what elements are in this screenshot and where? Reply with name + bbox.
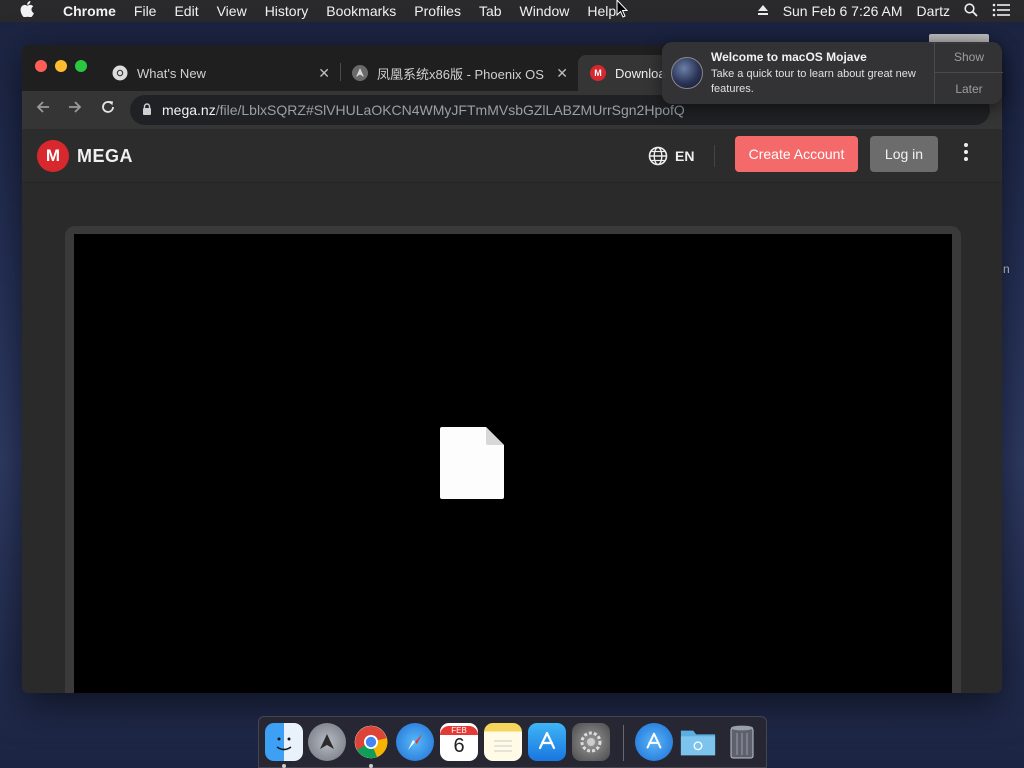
mouse-pointer-icon bbox=[616, 0, 629, 23]
tab-phoenix-os[interactable]: 凤凰系统x86版 - Phoenix OS ✕ bbox=[340, 55, 576, 91]
trash-icon[interactable] bbox=[723, 723, 761, 761]
mega-header: M MEGA EN Create Account Log in bbox=[22, 129, 1002, 183]
notes-icon[interactable] bbox=[484, 723, 522, 761]
tab-title: Downloa bbox=[615, 65, 666, 81]
header-divider bbox=[714, 145, 715, 167]
menu-tab[interactable]: Tab bbox=[470, 3, 511, 19]
url-host: mega.nz bbox=[162, 102, 216, 118]
close-window-button[interactable] bbox=[35, 60, 47, 72]
menu-bar: Chrome File Edit View History Bookmarks … bbox=[0, 0, 1024, 22]
macos-mojave-icon bbox=[671, 57, 703, 89]
language-selector[interactable]: EN bbox=[648, 146, 694, 166]
safari-icon[interactable] bbox=[396, 723, 434, 761]
globe-icon bbox=[648, 146, 668, 166]
chrome-window: What's New ✕ 凤凰系统x86版 - Phoenix OS ✕ M D… bbox=[22, 45, 1002, 693]
eject-icon[interactable] bbox=[757, 3, 769, 19]
launchpad-icon[interactable] bbox=[308, 723, 346, 761]
forward-icon[interactable] bbox=[67, 99, 83, 120]
menu-app-name[interactable]: Chrome bbox=[54, 3, 125, 19]
dock: FEB 6 bbox=[258, 716, 767, 768]
menu-history[interactable]: History bbox=[256, 3, 318, 19]
fullscreen-window-button[interactable] bbox=[75, 60, 87, 72]
dock-divider bbox=[623, 725, 624, 761]
clock[interactable]: Sun Feb 6 7:26 AM bbox=[783, 3, 903, 19]
running-indicator bbox=[369, 764, 373, 768]
url-path: /file/LblxSQRZ#SlVHULaOKCN4WMyJFTmMVsbGZ… bbox=[215, 102, 685, 118]
phoenix-os-icon bbox=[352, 65, 368, 81]
lock-icon[interactable] bbox=[142, 102, 152, 118]
chrome-dock-icon[interactable] bbox=[352, 723, 390, 761]
menu-profiles[interactable]: Profiles bbox=[405, 3, 470, 19]
notification-title: Welcome to macOS Mojave bbox=[711, 50, 867, 64]
system-preferences-icon[interactable] bbox=[572, 723, 610, 761]
minimize-window-button[interactable] bbox=[55, 60, 67, 72]
mega-logo-mark: M bbox=[37, 140, 69, 172]
control-list-icon[interactable] bbox=[992, 3, 1010, 20]
menu-view[interactable]: View bbox=[208, 3, 256, 19]
menu-bookmarks[interactable]: Bookmarks bbox=[317, 3, 405, 19]
mega-logo[interactable]: M MEGA bbox=[37, 140, 133, 172]
menu-edit[interactable]: Edit bbox=[165, 3, 207, 19]
more-options-icon[interactable] bbox=[962, 142, 970, 162]
app-store-downloads-icon[interactable] bbox=[635, 723, 673, 761]
file-preview-area bbox=[74, 234, 952, 693]
apple-icon[interactable] bbox=[20, 1, 40, 21]
desktop-text-fragment: n bbox=[1003, 262, 1010, 276]
tab-title: What's New bbox=[137, 65, 206, 81]
login-button[interactable]: Log in bbox=[870, 136, 938, 172]
notification-body: Take a quick tour to learn about great n… bbox=[711, 68, 916, 95]
mega-logo-text: MEGA bbox=[77, 145, 133, 166]
mojave-welcome-notification[interactable]: Welcome to macOS Mojave Take a quick tou… bbox=[662, 42, 1003, 104]
user-name[interactable]: Dartz bbox=[917, 3, 950, 19]
reload-icon[interactable] bbox=[100, 99, 116, 120]
close-tab-icon[interactable]: ✕ bbox=[318, 65, 330, 82]
tab-whats-new[interactable]: What's New ✕ bbox=[100, 55, 338, 91]
mega-favicon: M bbox=[590, 65, 606, 81]
app-store-icon[interactable] bbox=[528, 723, 566, 761]
close-tab-icon[interactable]: ✕ bbox=[556, 65, 568, 82]
generic-file-icon bbox=[440, 427, 504, 499]
chrome-icon bbox=[112, 65, 128, 81]
folder-icon[interactable] bbox=[679, 723, 717, 761]
language-label: EN bbox=[675, 148, 695, 164]
notification-actions: Show Later bbox=[934, 42, 1003, 104]
calendar-day: 6 bbox=[453, 735, 465, 757]
notification-show-button[interactable]: Show bbox=[935, 42, 1003, 73]
tab-title: 凤凰系统x86版 - Phoenix OS bbox=[377, 66, 544, 82]
calendar-icon[interactable]: FEB 6 bbox=[440, 723, 478, 761]
create-account-button[interactable]: Create Account bbox=[735, 136, 858, 172]
notification-later-button[interactable]: Later bbox=[935, 73, 1003, 104]
menu-window[interactable]: Window bbox=[511, 3, 579, 19]
spotlight-search-icon[interactable] bbox=[964, 2, 978, 20]
back-icon[interactable] bbox=[35, 99, 51, 120]
calendar-month: FEB bbox=[440, 726, 478, 735]
finder-icon[interactable] bbox=[265, 723, 303, 761]
running-indicator bbox=[282, 764, 286, 768]
menu-file[interactable]: File bbox=[125, 3, 166, 19]
